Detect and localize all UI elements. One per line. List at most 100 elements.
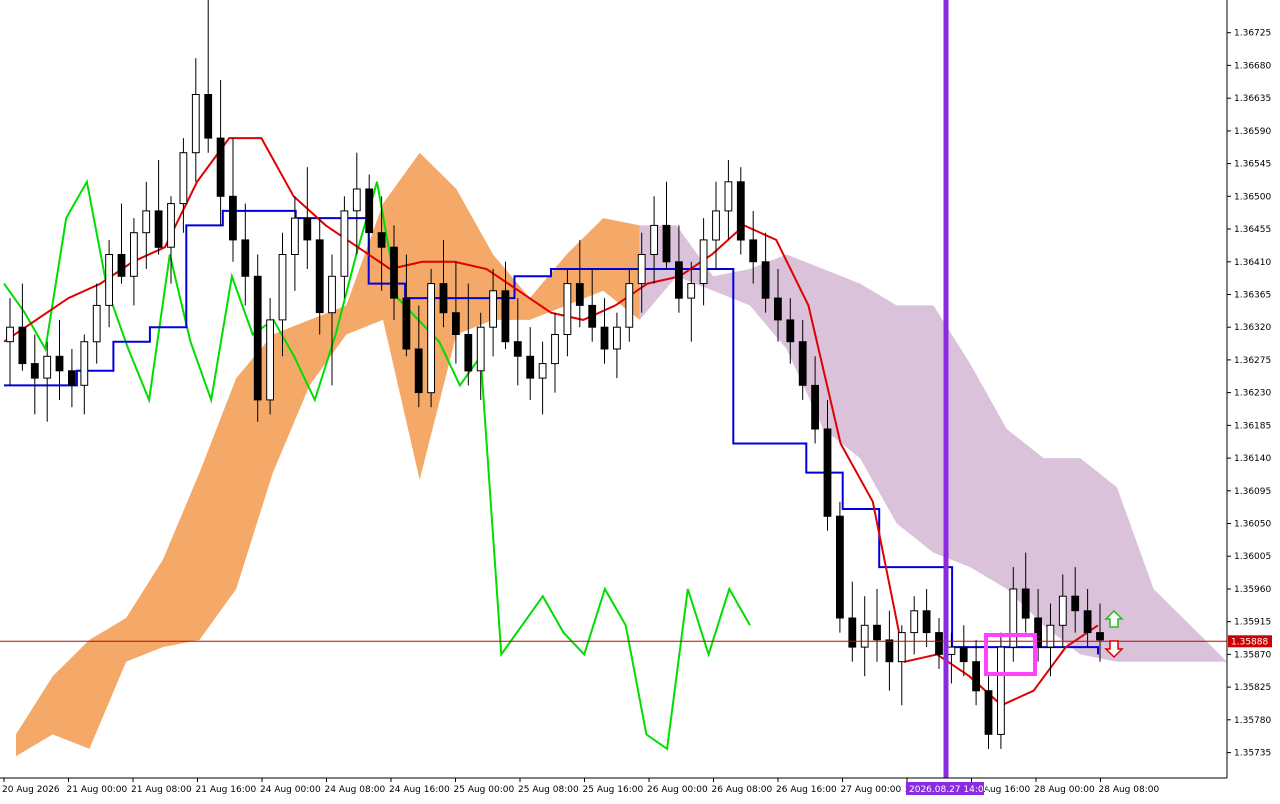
time-tick-label: 26 Aug 00:00: [647, 785, 708, 795]
candle-body: [947, 646, 956, 655]
candle-body: [365, 188, 374, 234]
price-tick-label: 1.36500: [1234, 192, 1271, 202]
candle-body: [390, 246, 398, 299]
candle-body: [1083, 610, 1092, 634]
crosshair-time-label: 2026.08.27 14:00: [909, 785, 990, 795]
candle-body: [315, 239, 324, 314]
time-tick-label: 24 Aug 08:00: [325, 785, 386, 795]
candle-body: [229, 195, 237, 241]
candle-body: [922, 610, 931, 634]
time-tick-label: 26 Aug 16:00: [776, 785, 837, 795]
candle-body: [600, 326, 609, 350]
candle-body: [191, 94, 200, 154]
candle-body: [142, 210, 151, 234]
candle-body: [291, 217, 299, 256]
price-tick-label: 1.36455: [1234, 225, 1271, 235]
candle-body: [625, 283, 634, 328]
candle-body: [427, 283, 436, 394]
candle-body: [204, 94, 213, 139]
price-tick-label: 1.35870: [1234, 650, 1271, 660]
time-tick-label: 21 Aug 08:00: [131, 785, 192, 795]
candle-body: [650, 224, 659, 255]
candle-body: [972, 661, 981, 692]
price-tick-label: 1.36050: [1234, 520, 1271, 530]
price-tick-label: 1.36680: [1234, 61, 1271, 71]
candle-body: [30, 363, 39, 379]
candle-body: [873, 624, 881, 641]
candle-body: [452, 312, 460, 336]
time-tick-label: 24 Aug 00:00: [260, 785, 321, 795]
candle-body: [266, 319, 275, 401]
candle-body: [811, 384, 820, 430]
candle-body: [167, 203, 175, 248]
price-tick-label: 1.36545: [1234, 160, 1271, 170]
price-tick-label: 1.35960: [1234, 585, 1271, 595]
candle-body: [80, 341, 89, 386]
candle-body: [92, 304, 101, 343]
candle-body: [997, 646, 1005, 735]
candle-body: [117, 254, 126, 277]
chart-svg[interactable]: 1.36725 1.36680 1.36635 1.36590 1.36545 1.365…: [0, 0, 1280, 800]
candle-body: [154, 210, 163, 248]
candle-body: [736, 181, 745, 241]
candle-body: [935, 632, 943, 655]
price-tick-label: 1.36635: [1234, 94, 1271, 104]
price-tick-label: 1.36275: [1234, 356, 1271, 366]
price-tick-label: 1.36365: [1234, 291, 1271, 301]
candle-body: [662, 224, 671, 263]
candle-body: [563, 283, 572, 336]
candle-body: [278, 254, 287, 321]
price-tick-label: 1.35915: [1234, 618, 1271, 628]
candle-body: [340, 210, 349, 277]
time-tick-label: 24 Aug 16:00: [389, 785, 450, 795]
candle-body: [575, 283, 584, 306]
candle-body: [439, 283, 448, 314]
candle-body: [699, 239, 708, 284]
candle-body: [1071, 595, 1080, 612]
candle-body: [526, 355, 535, 379]
candle-body: [55, 355, 64, 372]
candle-body: [687, 283, 696, 299]
time-tick-label: 20 Aug 2026: [2, 785, 60, 795]
time-tick-label: 25 Aug 16:00: [583, 785, 644, 795]
price-tick-label: 1.35780: [1234, 716, 1271, 726]
candle-body: [848, 617, 857, 648]
candle-body: [984, 690, 993, 735]
candle-body: [1046, 624, 1055, 648]
candle-body: [130, 232, 138, 277]
candle-body: [761, 261, 770, 299]
candle-body: [823, 428, 832, 517]
candle-body: [637, 254, 646, 285]
candle-body: [551, 334, 559, 365]
candle-body: [489, 290, 498, 328]
candle-body: [464, 334, 473, 372]
price-tick-label: 1.36095: [1234, 487, 1271, 497]
candle-body: [241, 239, 250, 277]
candle-body: [328, 275, 336, 314]
price-tick-label: 1.36185: [1234, 421, 1271, 431]
candle-body: [798, 341, 807, 386]
price-tick-label: 1.36140: [1234, 454, 1271, 464]
candle-body: [1096, 632, 1104, 641]
candle-body: [860, 624, 869, 648]
candle-body: [43, 355, 52, 379]
price-tick-label: 1.36725: [1234, 29, 1271, 39]
time-tick-label: 21 Aug 16:00: [196, 785, 257, 795]
price-tick-label: 1.35825: [1234, 683, 1271, 693]
candle-body: [910, 610, 919, 634]
candle-body: [105, 254, 113, 306]
candle-body: [303, 217, 312, 241]
time-tick-label: 25 Aug 08:00: [518, 785, 579, 795]
candle-body: [749, 239, 758, 263]
price-tick-label: 1.36005: [1234, 552, 1271, 562]
candle-body: [68, 370, 76, 386]
candle-body: [885, 639, 894, 663]
time-tick-label: 26 Aug 08:00: [712, 785, 773, 795]
time-tick-label: 21 Aug 00:00: [67, 785, 128, 795]
candle-body: [959, 646, 968, 663]
candle-body: [501, 290, 510, 343]
time-tick-label: 25 Aug 00:00: [454, 785, 515, 795]
candle-body: [897, 632, 906, 663]
ichimoku-chart[interactable]: 1.36725 1.36680 1.36635 1.36590 1.36545 1.365…: [0, 0, 1280, 800]
candle-body: [724, 181, 733, 212]
